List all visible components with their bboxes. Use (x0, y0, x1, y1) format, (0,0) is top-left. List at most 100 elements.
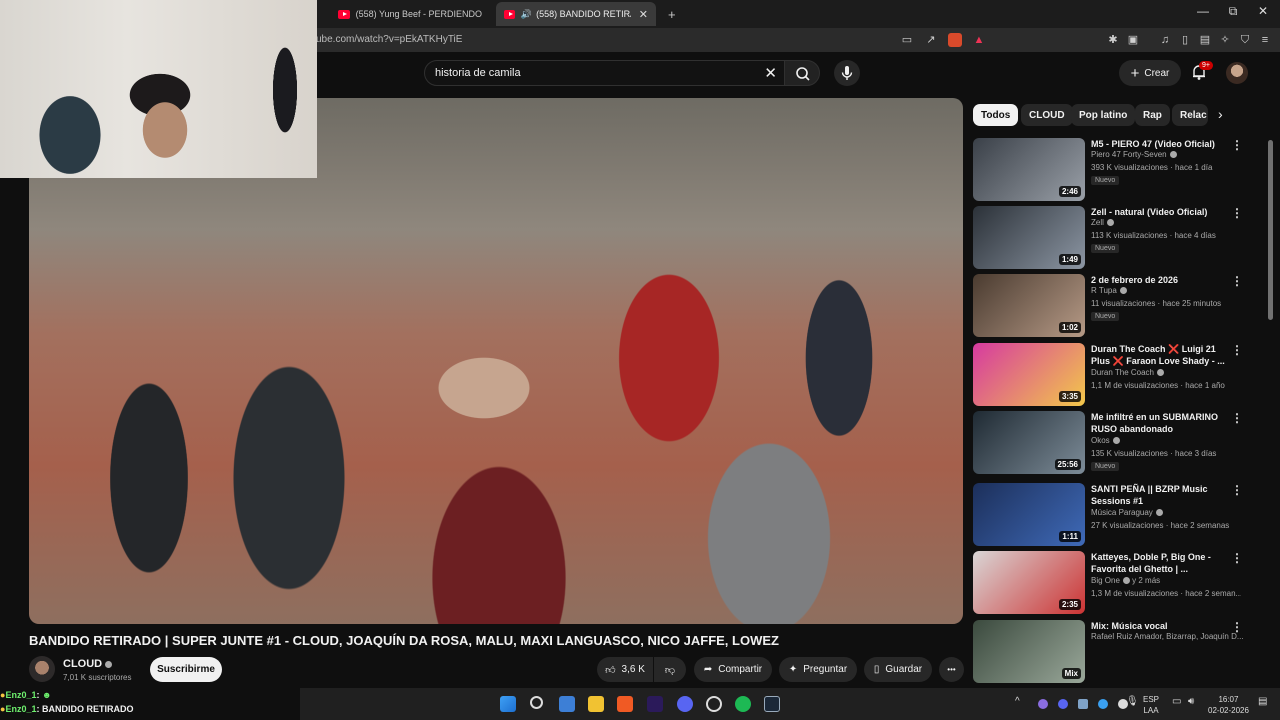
create-button[interactable]: + Crear (1119, 60, 1181, 86)
close-tab-icon[interactable]: ✕ (639, 8, 648, 21)
volume-icon[interactable]: 🔊︎ (1188, 696, 1194, 707)
cast-icon[interactable]: ▭ (900, 33, 914, 47)
related-video-title[interactable]: Duran The Coach ❌ Luigi 21 Plus ❌ Faraon… (1091, 343, 1231, 367)
video-thumbnail[interactable]: Mix (973, 620, 1085, 683)
minimize-button[interactable]: — (1188, 4, 1218, 18)
related-channel[interactable]: Zell (1091, 218, 1114, 227)
related-video-item[interactable]: 3:35 Duran The Coach ❌ Luigi 21 Plus ❌ Fa… (973, 343, 1263, 407)
more-options-icon[interactable]: ⋮ (1231, 138, 1243, 152)
close-window-button[interactable]: ✕ (1248, 4, 1278, 18)
related-channel[interactable]: Duran The Coach (1091, 368, 1164, 377)
related-video-item[interactable]: Mix Mix: Música vocal Rafael Ruiz Amador, … (973, 620, 1263, 684)
extensions-icon[interactable]: ✱ (1106, 33, 1120, 47)
dislike-button[interactable]: 👎︎ (654, 657, 686, 682)
scrollbar[interactable] (1268, 140, 1273, 320)
video-thumbnail[interactable]: 2:46 (973, 138, 1085, 201)
share-icon[interactable]: ↗ (924, 33, 938, 47)
voice-search-button[interactable] (834, 60, 860, 86)
music-icon[interactable]: ♫ (1158, 33, 1172, 47)
steam-icon[interactable] (764, 696, 780, 712)
subscribe-button[interactable]: Suscribirme (150, 657, 222, 682)
brave-shield-icon[interactable] (948, 33, 962, 47)
premiere-icon[interactable] (647, 696, 663, 712)
more-options-icon[interactable]: ⋮ (1231, 551, 1243, 565)
tray-overflow-icon[interactable]: ^ (1015, 696, 1020, 707)
tray-mic-icon[interactable]: 🎙︎ (1126, 696, 1139, 707)
channel-name[interactable]: CLOUD (63, 658, 113, 670)
search-button[interactable] (784, 60, 820, 86)
vpn-icon[interactable]: ⛉ (1238, 33, 1252, 47)
leo-ai-icon[interactable]: ✧ (1218, 33, 1232, 47)
obs-icon[interactable] (706, 696, 722, 712)
discord-icon[interactable] (677, 696, 693, 712)
spotify-icon[interactable] (735, 696, 751, 712)
related-video-title[interactable]: 2 de febrero de 2026 (1091, 274, 1231, 286)
related-channel[interactable]: Okos (1091, 436, 1120, 445)
ask-button[interactable]: ✦ Preguntar (779, 657, 857, 682)
chips-next-arrow-icon[interactable]: › (1218, 106, 1223, 122)
related-video-item[interactable]: 1:49 Zell - natural (Video Oficial) Zell 11… (973, 206, 1263, 270)
new-tab-button[interactable]: + (660, 2, 684, 26)
chip-cloud[interactable]: CLOUD (1021, 104, 1073, 126)
more-options-icon[interactable]: ⋮ (1231, 483, 1243, 497)
save-button[interactable]: ▯ Guardar (864, 657, 932, 682)
clear-search-icon[interactable]: ✕ (764, 64, 777, 82)
account-avatar[interactable] (1226, 62, 1248, 84)
like-button[interactable]: 👍︎ 3,6 K (597, 657, 653, 682)
search-input[interactable]: historia de camila ✕ (424, 60, 786, 86)
channel-avatar[interactable] (29, 656, 55, 682)
related-video-title[interactable]: Me infiltré en un SUBMARINO RUSO abandon… (1091, 411, 1231, 435)
tray-app-icon[interactable] (1038, 699, 1048, 709)
related-video-item[interactable]: 1:02 2 de febrero de 2026 R Tupa 11 visuali… (973, 274, 1263, 338)
related-video-title[interactable]: SANTI PEÑA || BZRP Music Sessions #1 (1091, 483, 1231, 507)
maximize-button[interactable]: ⧉ (1218, 4, 1248, 19)
video-thumbnail[interactable]: 2:35 (973, 551, 1085, 614)
chip-rap[interactable]: Rap (1135, 104, 1170, 126)
related-video-item[interactable]: 25:56 Me infiltré en un SUBMARINO RUSO ab… (973, 411, 1263, 475)
share-button[interactable]: ➦ Compartir (694, 657, 772, 682)
video-thumbnail[interactable]: 1:11 (973, 483, 1085, 546)
tray-network-app-icon[interactable] (1098, 699, 1108, 709)
chip-relacionados[interactable]: Relac (1172, 104, 1208, 126)
tab-yung-beef[interactable]: (558) Yung Beef - PERDIENDO LA FE (330, 2, 490, 26)
related-channel[interactable]: Rafael Ruiz Amador, Bizarrap, Joaquín D.… (1091, 632, 1244, 641)
related-channel[interactable]: Música Paraguay (1091, 508, 1163, 517)
more-options-icon[interactable]: ⋮ (1231, 274, 1243, 288)
photos-icon[interactable] (559, 696, 575, 712)
more-options-icon[interactable]: ⋮ (1231, 411, 1243, 425)
file-explorer-icon[interactable] (588, 696, 604, 712)
video-thumbnail[interactable]: 1:49 (973, 206, 1085, 269)
related-video-item[interactable]: 1:11 SANTI PEÑA || BZRP Music Sessions #1… (973, 483, 1263, 547)
notification-center-icon[interactable]: ▤ (1258, 696, 1267, 707)
tray-discord-icon[interactable] (1058, 699, 1068, 709)
video-thumbnail[interactable]: 25:56 (973, 411, 1085, 474)
related-channel[interactable]: Big One y 2 más (1091, 576, 1160, 585)
input-language-indicator[interactable]: ESP LAA (1143, 694, 1159, 716)
tray-steam-icon[interactable] (1078, 699, 1088, 709)
brave-browser-icon[interactable] (617, 696, 633, 712)
related-channel[interactable]: R Tupa (1091, 286, 1127, 295)
screenshot-icon[interactable]: ▣ (1126, 33, 1140, 47)
chip-todos[interactable]: Todos (973, 104, 1019, 126)
windows-start-icon[interactable] (500, 696, 516, 712)
related-video-title[interactable]: M5 - PIERO 47 (Video Oficial) (1091, 138, 1231, 150)
brave-rewards-icon[interactable]: ▲ (972, 33, 986, 47)
menu-icon[interactable]: ≡ (1258, 33, 1272, 47)
network-icon[interactable]: ▭ (1172, 696, 1181, 707)
related-video-title[interactable]: Zell - natural (Video Oficial) (1091, 206, 1231, 218)
url-field[interactable]: ube.com/watch?v=pEkATKHyTiE (316, 34, 462, 45)
system-clock[interactable]: 16:07 02-02-2026 (1208, 694, 1249, 716)
related-video-title[interactable]: Katteyes, Doble P, Big One - Favorita de… (1091, 551, 1231, 575)
sidebar-icon[interactable]: ▯ (1178, 33, 1192, 47)
related-video-title[interactable]: Mix: Música vocal (1091, 620, 1231, 632)
related-video-item[interactable]: 2:35 Katteyes, Doble P, Big One - Favorit… (973, 551, 1263, 615)
wallet-icon[interactable]: ▤ (1198, 33, 1212, 47)
more-options-icon[interactable]: ⋮ (1231, 620, 1243, 634)
video-thumbnail[interactable]: 3:35 (973, 343, 1085, 406)
video-thumbnail[interactable]: 1:02 (973, 274, 1085, 337)
related-video-item[interactable]: 2:46 M5 - PIERO 47 (Video Oficial) Piero 4… (973, 138, 1263, 202)
more-actions-button[interactable]: ••• (939, 657, 964, 682)
search-icon[interactable] (530, 696, 543, 709)
more-options-icon[interactable]: ⋮ (1231, 206, 1243, 220)
chip-pop-latino[interactable]: Pop latino (1071, 104, 1136, 126)
